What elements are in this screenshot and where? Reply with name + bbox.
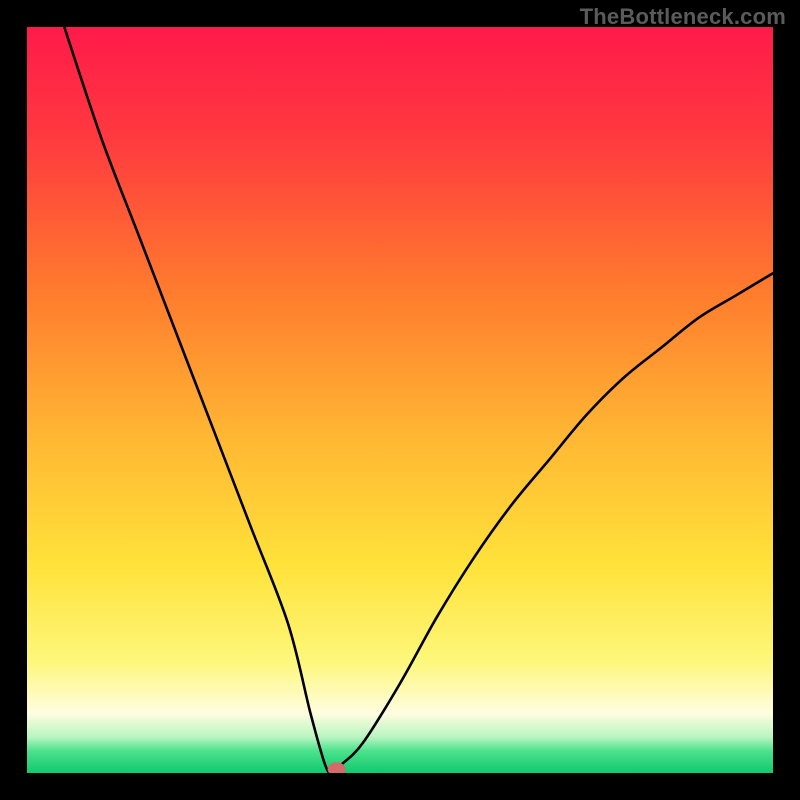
gradient-background bbox=[27, 27, 773, 773]
chart-container: TheBottleneck.com bbox=[0, 0, 800, 800]
bottleneck-chart bbox=[27, 27, 773, 773]
plot-area bbox=[27, 27, 773, 773]
